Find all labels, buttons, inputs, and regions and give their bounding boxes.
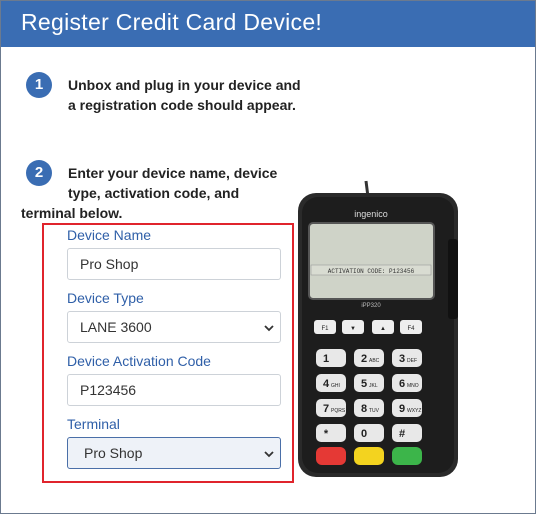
chevron-down-icon	[264, 325, 274, 332]
activation-code-label: Device Activation Code	[67, 353, 211, 369]
page-title: Register Credit Card Device!	[21, 9, 323, 35]
fkey-f1: F1	[321, 326, 329, 332]
key-9-sub: WXYZ	[407, 408, 421, 414]
activation-code-value: P123456	[80, 382, 137, 398]
step-1-badge: 1	[26, 72, 52, 98]
key-5: 5	[361, 378, 367, 390]
enter-key	[392, 447, 422, 465]
key-4-sub: GHI	[331, 383, 340, 389]
terminal-model: iPP320	[361, 303, 381, 309]
key-hash: #	[399, 428, 405, 440]
key-6-sub: MNO	[407, 383, 419, 389]
key-8-sub: TUV	[369, 408, 380, 414]
key-star: *	[324, 428, 329, 440]
fkey-up: ▲	[380, 326, 386, 332]
register-device-panel: Register Credit Card Device! 1 Unbox and…	[0, 0, 536, 514]
terminal-select[interactable]: Pro Shop	[67, 437, 281, 469]
device-name-input[interactable]: Pro Shop	[67, 248, 281, 280]
key-9: 9	[399, 403, 405, 415]
device-name-label: Device Name	[67, 227, 152, 243]
cancel-key	[316, 447, 346, 465]
step-2-line-1: Enter your device name, device	[68, 165, 278, 181]
key-1: 1	[323, 353, 329, 365]
key-7: 7	[323, 403, 329, 415]
key-3-sub: DEF	[407, 358, 417, 364]
key-6: 6	[399, 378, 405, 390]
fkey-down: ▼	[350, 326, 356, 332]
step-1-line-2: a registration code should appear.	[68, 97, 296, 113]
device-name-value: Pro Shop	[80, 256, 139, 272]
key-7-sub: PQRS	[331, 408, 346, 414]
panel-header: Register Credit Card Device!	[1, 1, 535, 47]
terminal-screen-text: ACTIVATION CODE: P123456	[328, 268, 415, 275]
key-5-sub: JKL	[369, 383, 378, 389]
key-2: 2	[361, 353, 367, 365]
device-type-value: LANE 3600	[80, 319, 152, 335]
device-type-label: Device Type	[67, 290, 144, 306]
step-1-line-1: Unbox and plug in your device and	[68, 77, 301, 93]
terminal-screen	[308, 222, 435, 300]
terminal-value: Pro Shop	[84, 445, 143, 461]
step-2-line-3: terminal below.	[21, 205, 123, 221]
device-type-select[interactable]: LANE 3600	[67, 311, 281, 343]
step-2-badge: 2	[26, 160, 52, 186]
key-8: 8	[361, 403, 367, 415]
clear-key	[354, 447, 384, 465]
terminal-label: Terminal	[67, 416, 120, 432]
key-3: 3	[399, 353, 405, 365]
chevron-down-icon	[264, 451, 274, 458]
key-0: 0	[361, 428, 367, 440]
key-4: 4	[323, 378, 330, 390]
terminal-brand: ingenico	[354, 209, 388, 219]
fkey-f4: F4	[407, 326, 415, 332]
credit-card-terminal-image: ingenico ACTIVATION CODE: P123456 iPP320…	[298, 180, 458, 477]
activation-code-input[interactable]: P123456	[67, 374, 281, 406]
step-2-line-2: type, activation code, and	[68, 185, 240, 201]
key-2-sub: ABC	[369, 358, 380, 364]
